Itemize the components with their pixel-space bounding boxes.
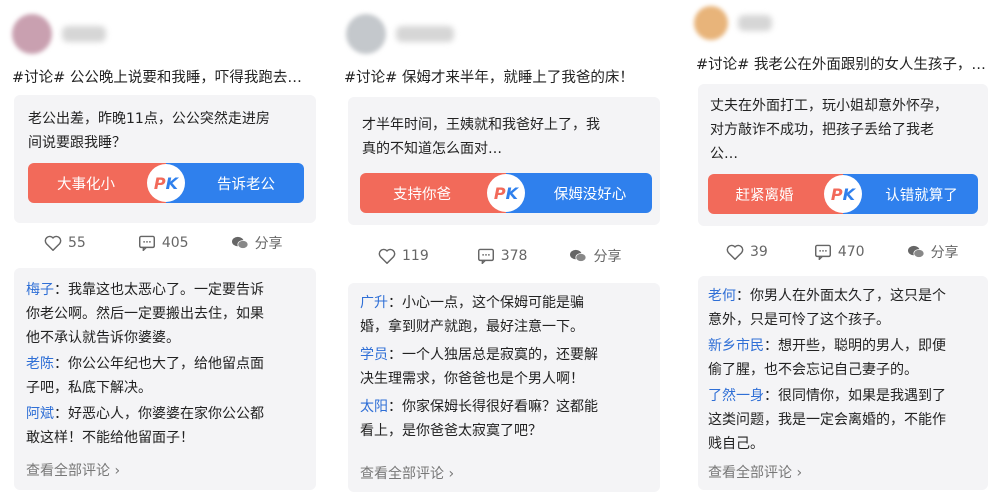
commenter-name[interactable]: 太阳 bbox=[360, 399, 388, 415]
comment-button[interactable]: 378 bbox=[477, 248, 528, 264]
wechat-icon bbox=[907, 245, 924, 258]
comment-item[interactable]: 太阳：你家保姆长得很好看嘛？这都能 看上，是你爸爸太寂寞了吧？ bbox=[360, 395, 598, 443]
post-author[interactable] bbox=[12, 14, 106, 54]
comment-item[interactable]: 梅子：我靠这也太恶心了。一定要告诉 你老公啊。然后一定要搬出去住，如果 他不承认… bbox=[26, 278, 264, 350]
like-button[interactable]: 39 bbox=[726, 244, 768, 260]
pk-option-left[interactable]: 支持你爸 bbox=[360, 173, 506, 213]
comment-count: 470 bbox=[837, 244, 865, 260]
view-all-comments-link[interactable]: 查看全部评论 › bbox=[360, 463, 454, 483]
avatar[interactable] bbox=[12, 14, 52, 54]
pk-option-right[interactable]: 认错就算了 bbox=[843, 174, 978, 214]
avatar[interactable] bbox=[346, 14, 386, 54]
view-all-comments-link[interactable]: 查看全部评论 › bbox=[26, 460, 120, 480]
card-text: 老公出差，昨晚11点，公公突然走进房 间说要跟我睡？ bbox=[28, 111, 270, 151]
commenter-name[interactable]: 新乡市民 bbox=[708, 338, 764, 354]
like-count: 119 bbox=[402, 248, 429, 264]
like-button[interactable]: 55 bbox=[44, 235, 86, 251]
avatar[interactable] bbox=[694, 6, 728, 40]
share-label: 分享 bbox=[930, 245, 959, 261]
share-label: 分享 bbox=[254, 236, 283, 252]
comments-panel: 广升：小心一点，这个保姆可能是骗 婚，拿到财产就跑，最好注意一下。 学员：一个人… bbox=[348, 283, 660, 492]
commenter-name[interactable]: 梅子 bbox=[26, 282, 54, 298]
comment-item[interactable]: 学员：一个人独居总是寂寞的，还要解 决生理需求，你爸爸也是个男人啊！ bbox=[360, 343, 598, 391]
action-bar: 55 405 分享 bbox=[44, 233, 283, 253]
like-count: 55 bbox=[68, 235, 86, 251]
pk-option-left[interactable]: 大事化小 bbox=[28, 163, 166, 203]
card-text: 才半年时间，王姨就和我爸好上了，我 真的不知道怎么面对… bbox=[362, 117, 600, 157]
share-button[interactable]: 分享 bbox=[569, 246, 621, 266]
heart-icon bbox=[726, 244, 744, 260]
commenter-name[interactable]: 阿斌 bbox=[26, 406, 54, 422]
share-button[interactable]: 分享 bbox=[907, 242, 959, 262]
heart-icon bbox=[44, 235, 62, 251]
like-button[interactable]: 119 bbox=[378, 248, 429, 264]
like-count: 39 bbox=[750, 244, 768, 260]
post-card[interactable]: 丈夫在外面打工，玩小姐却意外怀孕， 对方敲诈不成功，把孩子丢给了我老 公… 赶紧… bbox=[698, 84, 988, 226]
pk-option-right[interactable]: 保姆没好心 bbox=[506, 173, 652, 213]
author-name-blurred bbox=[62, 26, 106, 42]
share-button[interactable]: 分享 bbox=[231, 233, 283, 253]
pk-badge: PK bbox=[487, 174, 525, 212]
post-title[interactable]: #讨论# 公公晚上说要和我睡，吓得我跑去… bbox=[12, 66, 302, 87]
pk-bar: 赶紧离婚 认错就算了 PK bbox=[708, 174, 978, 214]
author-name-blurred bbox=[738, 15, 772, 31]
comment-icon bbox=[477, 248, 494, 264]
comment-icon bbox=[138, 235, 155, 251]
commenter-name[interactable]: 学员 bbox=[360, 347, 388, 363]
pk-bar: 大事化小 告诉老公 PK bbox=[28, 163, 304, 203]
post-author[interactable] bbox=[694, 6, 772, 40]
comment-count: 405 bbox=[161, 235, 189, 251]
post-card[interactable]: 才半年时间，王姨就和我爸好上了，我 真的不知道怎么面对… 支持你爸 保姆没好心 … bbox=[348, 97, 660, 225]
post-title[interactable]: #讨论# 保姆才来半年，就睡上了我爸的床！ bbox=[344, 66, 634, 87]
comment-icon bbox=[814, 244, 831, 260]
pk-badge: PK bbox=[147, 164, 185, 202]
post-column-1: #讨论# 公公晚上说要和我睡，吓得我跑去… 老公出差，昨晚11点，公公突然走进房… bbox=[8, 0, 324, 494]
comments-panel: 老何：你男人在外面太久了，这只是个 意外，只是可怜了这个孩子。 新乡市民：想开些… bbox=[698, 276, 988, 490]
commenter-name[interactable]: 老何 bbox=[708, 288, 736, 304]
pk-option-left[interactable]: 赶紧离婚 bbox=[708, 174, 843, 214]
post-column-2: #讨论# 保姆才来半年，就睡上了我爸的床！ 才半年时间，王姨就和我爸好上了，我 … bbox=[340, 0, 662, 494]
heart-icon bbox=[378, 248, 396, 264]
post-card[interactable]: 老公出差，昨晚11点，公公突然走进房 间说要跟我睡？ 大事化小 告诉老公 PK bbox=[14, 95, 316, 223]
comment-item[interactable]: 老陈：你公公年纪也大了，给他留点面 子吧，私底下解决。 bbox=[26, 352, 264, 400]
comments-panel: 梅子：我靠这也太恶心了。一定要告诉 你老公啊。然后一定要搬出去住，如果 他不承认… bbox=[14, 268, 316, 490]
pk-badge: PK bbox=[824, 175, 862, 213]
comment-item[interactable]: 了然一身：很同情你，如果是我遇到了 这类问题，我是一定会离婚的，不能作 贱自己。 bbox=[708, 384, 946, 456]
wechat-icon bbox=[231, 236, 248, 249]
pk-option-right[interactable]: 告诉老公 bbox=[166, 163, 304, 203]
comment-button[interactable]: 470 bbox=[814, 244, 865, 260]
comment-item[interactable]: 阿斌：好恶心人，你婆婆在家你公公都 敢这样！不能给他留面子！ bbox=[26, 402, 264, 450]
post-title[interactable]: #讨论# 我老公在外面跟别的女人生孩子，… bbox=[696, 53, 986, 74]
post-column-3: #讨论# 我老公在外面跟别的女人生孩子，… 丈夫在外面打工，玩小姐却意外怀孕， … bbox=[686, 0, 992, 494]
comment-button[interactable]: 405 bbox=[138, 235, 189, 251]
author-name-blurred bbox=[396, 26, 454, 42]
card-text: 丈夫在外面打工，玩小姐却意外怀孕， 对方敲诈不成功，把孩子丢给了我老 公… bbox=[710, 98, 948, 162]
commenter-name[interactable]: 了然一身 bbox=[708, 388, 764, 404]
view-all-comments-link[interactable]: 查看全部评论 › bbox=[708, 462, 802, 482]
comment-count: 378 bbox=[500, 248, 528, 264]
action-bar: 39 470 分享 bbox=[726, 242, 959, 262]
comment-item[interactable]: 广升：小心一点，这个保姆可能是骗 婚，拿到财产就跑，最好注意一下。 bbox=[360, 291, 584, 339]
chevron-right-icon: › bbox=[796, 465, 803, 481]
share-label: 分享 bbox=[593, 249, 622, 265]
wechat-icon bbox=[570, 249, 587, 262]
comment-item[interactable]: 老何：你男人在外面太久了，这只是个 意外，只是可怜了这个孩子。 bbox=[708, 284, 946, 332]
chevron-right-icon: › bbox=[114, 463, 121, 479]
commenter-name[interactable]: 广升 bbox=[360, 295, 388, 311]
post-author[interactable] bbox=[346, 14, 454, 54]
commenter-name[interactable]: 老陈 bbox=[26, 356, 54, 372]
comment-item[interactable]: 新乡市民：想开些，聪明的男人，即便 偷了腥，也不会忘记自己妻子的。 bbox=[708, 334, 946, 382]
chevron-right-icon: › bbox=[448, 466, 455, 482]
pk-bar: 支持你爸 保姆没好心 PK bbox=[360, 173, 652, 213]
action-bar: 119 378 分享 bbox=[378, 246, 621, 266]
